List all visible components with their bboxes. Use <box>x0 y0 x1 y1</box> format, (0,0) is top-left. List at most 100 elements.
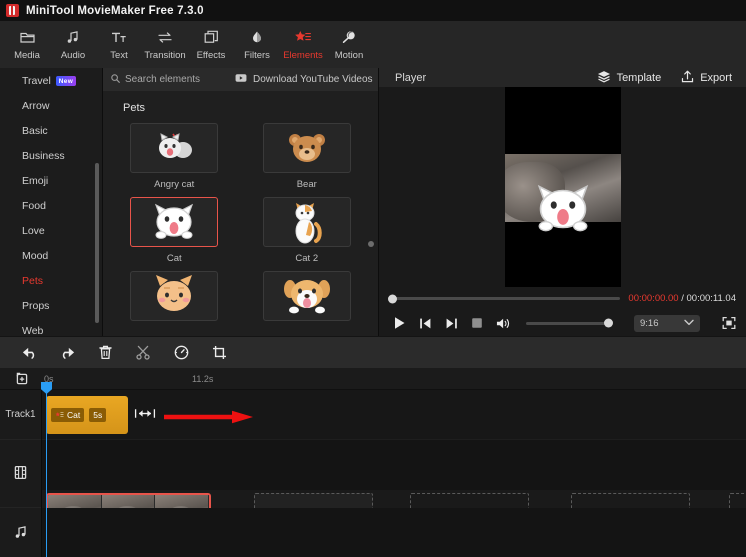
sticker-track[interactable]: Cat 5s <box>42 390 746 440</box>
volume-button[interactable] <box>496 317 511 330</box>
sidebar-item-props[interactable]: Props <box>0 293 102 318</box>
previous-frame-button[interactable] <box>419 317 432 330</box>
media-folder-icon <box>19 29 35 46</box>
seek-handle[interactable] <box>388 294 397 303</box>
tab-effects-label: Effects <box>196 49 226 61</box>
transition-arrows-icon <box>157 29 173 46</box>
track-header-sticker[interactable]: Track1 <box>0 390 41 440</box>
red-arrow-annotation <box>164 410 254 427</box>
download-youtube-button[interactable]: Download YouTube Videos <box>235 73 373 86</box>
player-controls: 00:00:00.00 / 00:00:11.04 9:16 <box>379 287 746 336</box>
tab-audio[interactable]: Audio <box>50 22 96 67</box>
elements-panel-header: Search elements Download YouTube Videos <box>103 68 378 91</box>
edit-toolbar <box>0 336 746 368</box>
sidebar-item-food[interactable]: Food <box>0 193 102 218</box>
crop-button[interactable] <box>200 337 238 369</box>
app-title: MiniTool MovieMaker Free 7.3.0 <box>26 4 204 17</box>
player-header: Player Template Export <box>379 68 746 87</box>
video-preview[interactable] <box>504 87 621 287</box>
tab-transition[interactable]: Transition <box>142 22 188 67</box>
element-item-cat[interactable]: Cat <box>115 197 234 264</box>
playhead[interactable] <box>41 382 52 557</box>
element-item-bear[interactable]: Bear <box>248 123 367 190</box>
sidebar-item-mood[interactable]: Mood <box>0 243 102 268</box>
download-youtube-label: Download YouTube Videos <box>253 74 373 85</box>
split-button[interactable] <box>124 337 162 369</box>
volume-slider[interactable] <box>526 318 613 328</box>
track-header-video[interactable] <box>0 440 41 508</box>
elements-panel: Search elements Download YouTube Videos … <box>103 68 378 336</box>
aspect-ratio-select[interactable]: 9:16 <box>634 314 700 332</box>
sidebar-item-label: Web <box>22 324 44 337</box>
sidebar-item-label: Arrow <box>22 99 50 112</box>
tab-media-label: Media <box>14 49 40 61</box>
sidebar-item-label: Basic <box>22 124 48 137</box>
export-button[interactable]: Export <box>681 70 732 86</box>
sidebar-item-arrow[interactable]: Arrow <box>0 93 102 118</box>
main-content: Travel New Arrow Basic Business Emoji Fo… <box>0 68 746 336</box>
element-thumbnail <box>130 123 219 173</box>
template-button[interactable]: Template <box>597 70 662 86</box>
audio-track[interactable] <box>42 508 746 557</box>
sidebar-item-travel[interactable]: Travel New <box>0 68 102 93</box>
element-item-dog[interactable] <box>248 271 367 327</box>
sidebar-item-label: Travel <box>22 74 51 87</box>
tab-motion[interactable]: Motion <box>326 22 372 67</box>
cat-sticker-overlay[interactable] <box>526 181 600 240</box>
speed-button[interactable] <box>162 337 200 369</box>
sticker-clip-label: Cat <box>67 410 81 420</box>
sticker-clip-duration-chip: 5s <box>89 408 107 422</box>
next-frame-button[interactable] <box>445 317 458 330</box>
volume-handle[interactable] <box>604 318 613 328</box>
elements-star-icon <box>294 29 312 46</box>
redo-button[interactable] <box>48 337 86 369</box>
sidebar-item-label: Love <box>22 224 45 237</box>
tab-filters[interactable]: Filters <box>234 22 280 67</box>
delete-button[interactable] <box>86 337 124 369</box>
undo-button[interactable] <box>10 337 48 369</box>
timecode: 00:00:00.00 / 00:00:11.04 <box>628 293 736 304</box>
section-title: Pets <box>123 102 146 114</box>
elements-grid-container: Pets Angry cat Bear Cat Cat 2 <box>103 91 378 336</box>
tab-filters-label: Filters <box>244 49 270 61</box>
sidebar-item-emoji[interactable]: Emoji <box>0 168 102 193</box>
timeline-ruler[interactable]: 0s 11.2s <box>0 368 746 390</box>
player-panel: Player Template Export 00:00:00.00 / 00:… <box>378 68 746 336</box>
tab-effects[interactable]: Effects <box>188 22 234 67</box>
sticker-clip-cat[interactable]: Cat 5s <box>46 396 128 434</box>
search-input[interactable]: Search elements <box>103 73 235 86</box>
elements-scrollbar[interactable] <box>368 241 374 247</box>
aspect-ratio-value: 9:16 <box>640 317 659 329</box>
sidebar-item-label: Mood <box>22 249 49 262</box>
tab-elements[interactable]: Elements <box>280 22 326 67</box>
youtube-download-icon <box>235 73 247 86</box>
track-header-audio[interactable] <box>0 508 41 557</box>
resize-handle-icon[interactable] <box>134 408 156 419</box>
stop-button[interactable] <box>471 317 483 329</box>
sidebar-item-web[interactable]: Web <box>0 318 102 337</box>
sidebar-item-label: Pets <box>22 274 44 287</box>
category-list[interactable]: Travel New Arrow Basic Business Emoji Fo… <box>0 68 103 336</box>
template-label: Template <box>616 71 662 84</box>
play-button[interactable] <box>393 316 406 330</box>
timeline-tracks[interactable]: Cat 5s <box>41 382 746 557</box>
element-item-cat-2[interactable]: Cat 2 <box>248 197 367 264</box>
element-item-label: Angry cat <box>154 179 195 190</box>
sidebar-item-label: Props <box>22 299 50 312</box>
category-scrollbar[interactable] <box>95 163 99 323</box>
tab-media[interactable]: Media <box>4 22 50 67</box>
sticker-clip-name-chip: Cat <box>51 408 85 422</box>
sidebar-item-love[interactable]: Love <box>0 218 102 243</box>
sidebar-item-business[interactable]: Business <box>0 143 102 168</box>
export-label: Export <box>700 71 732 84</box>
player-stage <box>379 87 746 287</box>
tab-text[interactable]: Text <box>96 22 142 67</box>
fullscreen-button[interactable] <box>722 316 736 330</box>
sidebar-item-basic[interactable]: Basic <box>0 118 102 143</box>
timeline-body: Track1 Cat 5s <box>0 382 746 557</box>
add-media-button[interactable] <box>0 371 42 386</box>
element-item-cat-3[interactable] <box>115 271 234 327</box>
sidebar-item-pets[interactable]: Pets <box>0 268 102 293</box>
seek-slider[interactable] <box>388 294 621 303</box>
element-item-angry-cat[interactable]: Angry cat <box>115 123 234 190</box>
